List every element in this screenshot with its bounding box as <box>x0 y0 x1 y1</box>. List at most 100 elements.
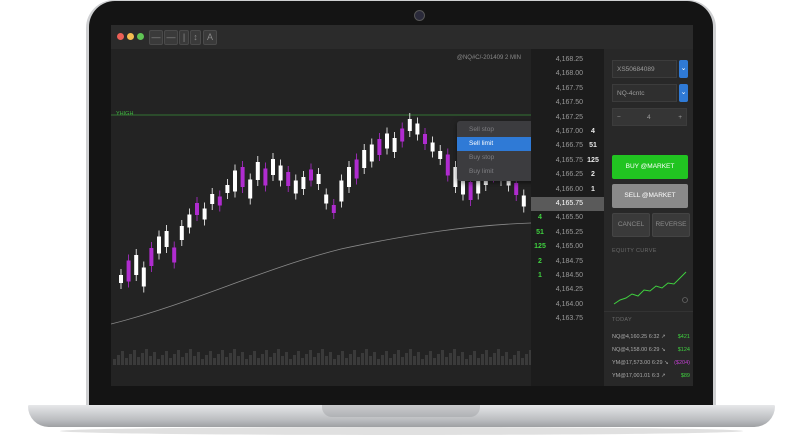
ladder-ask-qty: 4 <box>538 214 542 222</box>
minus-icon[interactable]: − <box>617 109 621 127</box>
plus-icon[interactable]: + <box>678 109 682 127</box>
candle-body <box>407 119 412 131</box>
buy-market-button[interactable]: BUY @MARKET <box>612 155 688 179</box>
volume-bar <box>505 352 508 365</box>
ladder-row[interactable]: 4,165.75 125 <box>531 154 604 168</box>
ladder-row[interactable]: 4,167.75 <box>531 82 604 96</box>
volume-bar <box>341 351 344 365</box>
volume-bar <box>161 355 164 365</box>
minimize-window-button[interactable] <box>127 33 134 40</box>
ladder-ask-qty: 51 <box>536 228 544 236</box>
chevron-down-icon[interactable]: ⌄ <box>679 84 688 102</box>
volume-bar <box>189 349 192 365</box>
volume-bar <box>269 357 272 365</box>
sell-market-button[interactable]: SELL @MARKET <box>612 184 688 208</box>
candle-body <box>514 183 519 195</box>
candle-body <box>202 208 207 220</box>
ladder-row[interactable]: 4,167.25 <box>531 111 604 125</box>
ladder-price: 4,167.50 <box>555 99 583 107</box>
candle-body <box>157 236 161 254</box>
candle-body <box>149 248 154 266</box>
hline-tool-button[interactable]: — <box>164 30 178 45</box>
volume-bar <box>365 349 368 365</box>
chevron-down-icon[interactable]: ⌄ <box>679 60 688 78</box>
volume-bar <box>437 354 440 365</box>
symbol-select[interactable]: NQ-4cntc <box>612 84 677 102</box>
volume-bar <box>117 355 120 365</box>
ladder-price: 4,164.00 <box>555 300 583 308</box>
close-window-button[interactable] <box>117 33 124 40</box>
ladder-row[interactable]: 4,165.00 125 <box>531 240 604 254</box>
volume-bar <box>281 356 284 365</box>
ladder-price: 4,168.00 <box>555 70 583 78</box>
volume-bar <box>153 352 156 365</box>
ladder-price: 4,184.75 <box>555 257 583 265</box>
volume-bar <box>125 358 128 365</box>
ladder-row[interactable]: 4,184.50 1 <box>531 269 604 283</box>
zoom-window-button[interactable] <box>137 33 144 40</box>
ladder-row[interactable]: 4,166.75 51 <box>531 139 604 153</box>
ladder-row[interactable]: 4,167.50 <box>531 96 604 110</box>
candle-body <box>468 182 473 200</box>
volume-bar <box>469 355 472 365</box>
cancel-button[interactable]: CANCEL <box>612 213 650 237</box>
ladder-row[interactable]: 4,168.00 <box>531 67 604 81</box>
volume-bar <box>481 354 484 365</box>
text-tool-button[interactable]: A <box>203 30 217 45</box>
volume-bar <box>465 359 468 365</box>
volume-bar <box>369 356 372 365</box>
measure-tool-button[interactable]: ↕ <box>190 30 201 45</box>
vline-tool-button[interactable]: | <box>179 30 189 45</box>
volume-bar <box>245 359 248 365</box>
ladder-row[interactable]: 4,167.00 4 <box>531 125 604 139</box>
ladder-price: 4,167.25 <box>555 113 583 121</box>
candle-body <box>278 165 283 181</box>
ladder-row[interactable]: 4,166.25 2 <box>531 168 604 182</box>
candle-body <box>164 231 169 247</box>
quantity-stepper[interactable]: − 4 + <box>612 108 687 126</box>
volume-bar <box>421 359 424 365</box>
ladder-price: 4,165.50 <box>555 214 583 222</box>
candle-body <box>415 123 420 135</box>
volume-bar <box>293 355 296 365</box>
volume-bar <box>241 352 244 365</box>
volume-bar <box>381 355 384 365</box>
account-select[interactable]: XS50684089 <box>612 60 677 78</box>
ladder-row[interactable]: 4,166.00 1 <box>531 183 604 197</box>
volume-bar <box>433 358 436 365</box>
volume-bar <box>461 352 464 365</box>
ladder-row[interactable]: 4,164.00 <box>531 298 604 312</box>
ladder-bid-qty: 4 <box>591 128 595 135</box>
ladder-price: 4,167.75 <box>555 84 583 92</box>
price-chart[interactable]: @NQ#C/-201409 2 MIN YHIGH Sell stop⌘Q Se… <box>111 49 549 386</box>
volume-bar <box>193 356 196 365</box>
volume-bar <box>205 355 208 365</box>
candle-body <box>179 226 184 240</box>
ladder-row[interactable]: 4,165.25 51 <box>531 226 604 240</box>
volume-bar <box>305 354 308 365</box>
volume-bar <box>157 359 160 365</box>
ladder-row[interactable]: 4,168.25 <box>531 53 604 67</box>
ladder-ask-qty: 1 <box>538 272 542 279</box>
volume-bar <box>149 356 152 365</box>
volume-bar <box>377 359 380 365</box>
volume-bar <box>373 352 376 365</box>
ladder-row[interactable]: 4,184.75 2 <box>531 255 604 269</box>
volume-bar <box>389 358 392 365</box>
volume-bar <box>413 356 416 365</box>
volume-bar <box>489 357 492 365</box>
ladder-row[interactable]: 4,163.75 <box>531 312 604 326</box>
reverse-button[interactable]: REVERSE <box>652 213 690 237</box>
volume-bar <box>173 354 176 365</box>
volume-bar <box>177 350 180 365</box>
candle-body <box>210 194 215 204</box>
ladder-row[interactable]: 4,165.75 <box>531 197 604 211</box>
line-tool-button[interactable]: — <box>149 30 163 45</box>
volume-bar <box>385 351 388 365</box>
order-panel: XS50684089 ⌄ NQ-4cntc ⌄ − 4 + BUY @MARKE… <box>604 49 693 386</box>
volume-bar <box>113 359 116 365</box>
ladder-row[interactable]: 4,164.25 <box>531 283 604 297</box>
ladder-row[interactable]: 4,165.50 4 <box>531 211 604 225</box>
volume-bar <box>397 350 400 365</box>
candle-body <box>362 150 367 168</box>
